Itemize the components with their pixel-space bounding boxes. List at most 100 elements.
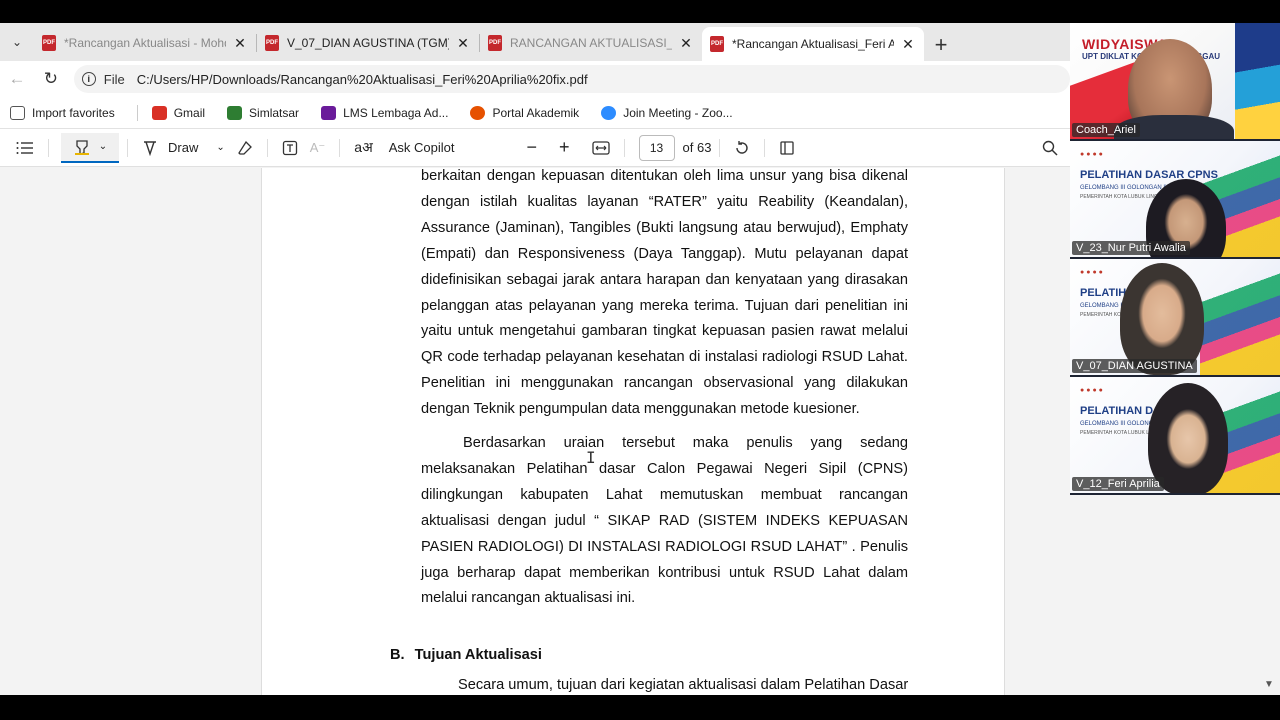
banner-logos: ●●●● xyxy=(1080,387,1105,394)
url-scheme-label: File xyxy=(103,71,125,87)
favorite-label: Import favorites xyxy=(32,105,115,120)
banner-title: PELATIHAN DASAR CPNS xyxy=(1080,169,1218,181)
toolbar-divider xyxy=(266,138,268,157)
tab-strip: ⌄ PDF *Rancangan Aktualisasi - Mohd Re ✕… xyxy=(0,23,1070,61)
scroll-down-arrow-icon[interactable]: ▼ xyxy=(1264,679,1274,690)
favorite-gmail[interactable]: Gmail xyxy=(151,105,206,120)
page-total-label: of 63 xyxy=(682,140,712,155)
participant-tile[interactable]: ●●●● PELATIHAN GELOMBANG III GOLONGAN II… xyxy=(1070,259,1280,375)
chevron-down-icon[interactable]: ⌄ xyxy=(99,141,107,152)
pdf-icon: PDF xyxy=(710,36,724,52)
banner-decoration xyxy=(1200,259,1280,375)
search-icon[interactable] xyxy=(1036,133,1064,163)
rotate-icon[interactable] xyxy=(728,133,756,163)
toolbar-divider xyxy=(127,138,128,157)
body-paragraph: Berdasarkan uraian tersebut maka penulis… xyxy=(421,435,908,607)
favorite-label: Join Meeting - Zoo... xyxy=(623,105,733,120)
participant-tile[interactable]: ●●●● PELATIHAN DASAR CPNS GELOMBANG III … xyxy=(1070,141,1280,257)
tab-rancangan-feri-active[interactable]: PDF *Rancangan Aktualisasi_Feri Aprilia … xyxy=(702,27,924,61)
zoom-out-icon[interactable]: − xyxy=(521,133,544,163)
favorite-simlatsar[interactable]: Simlatsar xyxy=(227,105,300,120)
pdf-icon: PDF xyxy=(42,35,56,51)
favorite-label: Portal Akademik xyxy=(492,105,580,120)
banner-logos: ●●●● xyxy=(1080,151,1105,158)
toolbar-divider xyxy=(339,138,341,157)
highlight-button[interactable]: ⌄ xyxy=(61,132,119,163)
close-tab-icon[interactable]: ✕ xyxy=(900,36,916,53)
url-text: C:/Users/HP/Downloads/Rancangan%20Aktual… xyxy=(136,71,588,87)
pdf-document-area[interactable]: berkaitan dengan kepuasan ditentukan ole… xyxy=(0,168,1070,695)
bottom-black-bar xyxy=(0,695,1280,720)
highlighter-icon xyxy=(74,139,89,155)
body-paragraph: Secara umum, tujuan dari kegiatan aktual… xyxy=(458,677,909,693)
lms-icon xyxy=(321,105,337,120)
ask-copilot-button[interactable]: Ask Copilot xyxy=(383,133,461,163)
fit-to-page-icon[interactable] xyxy=(586,133,616,163)
tab-title: *Rancangan Aktualisasi_Feri Aprilia xyxy=(732,37,894,51)
section-heading: B. Tujuan Aktualisasi xyxy=(390,647,542,663)
draw-pen-icon xyxy=(144,140,156,156)
info-icon[interactable]: i xyxy=(81,72,96,86)
banner-decoration xyxy=(1235,23,1280,139)
import-icon xyxy=(10,105,25,120)
pdf-icon: PDF xyxy=(488,35,502,51)
favorite-lms[interactable]: LMS Lembaga Ad... xyxy=(321,105,449,120)
text-cursor-icon: I xyxy=(586,448,596,467)
tab-rancangan-v11[interactable]: PDF RANCANGAN AKTUALISASI_V_11_ ✕ xyxy=(480,27,702,59)
draw-label: Draw xyxy=(168,140,199,155)
translate-icon[interactable]: aअ xyxy=(348,133,378,163)
draw-button[interactable]: Draw ⌄ xyxy=(136,133,231,163)
eraser-icon[interactable] xyxy=(231,133,259,163)
address-input[interactable]: i File C:/Users/HP/Downloads/Rancangan%2… xyxy=(73,65,1070,93)
text-format-icon[interactable]: A⁻ xyxy=(304,133,332,163)
toolbar-divider xyxy=(764,138,766,157)
tab-title: *Rancangan Aktualisasi - Mohd Re xyxy=(64,36,226,50)
address-bar-row: ← ↻ i File C:/Users/HP/Downloads/Rancang… xyxy=(0,61,1070,97)
page-view-icon[interactable] xyxy=(773,133,801,163)
close-tab-icon[interactable]: ✕ xyxy=(232,35,248,52)
body-paragraph: berkaitan dengan kepuasan ditentukan ole… xyxy=(421,168,908,418)
section-title: Tujuan Aktualisasi xyxy=(414,647,542,663)
pdf-toolbar: ⌄ Draw ⌄ A⁻ aअ Ask Copilot − + 13 of 63 xyxy=(0,129,1070,167)
video-participant-panel: WIDYAISWA UPT DIKLAT KOTA LUBUKLINGGAU C… xyxy=(1070,23,1280,495)
text-box-icon[interactable] xyxy=(276,133,304,163)
favorite-portal-akademik[interactable]: Portal Akademik xyxy=(470,105,580,120)
favorites-bar: Import favorites Gmail Simlatsar LMS Lem… xyxy=(0,97,1070,129)
tab-rancangan-mohd[interactable]: PDF *Rancangan Aktualisasi - Mohd Re ✕ xyxy=(34,27,256,59)
close-tab-icon[interactable]: ✕ xyxy=(455,35,471,52)
back-icon[interactable]: ← xyxy=(0,62,34,96)
ask-copilot-label: Ask Copilot xyxy=(388,140,455,155)
gmail-icon xyxy=(151,105,167,120)
page-number-input[interactable]: 13 xyxy=(638,134,675,161)
favorite-label: Simlatsar xyxy=(249,105,300,120)
portal-icon xyxy=(470,105,486,120)
browser-window: ⌄ PDF *Rancangan Aktualisasi - Mohd Re ✕… xyxy=(0,23,1280,695)
tab-title: V_07_DIAN AGUSTINA (TGM).pdf xyxy=(287,36,449,50)
simlatsar-icon xyxy=(227,105,243,120)
tab-dian-agustina[interactable]: PDF V_07_DIAN AGUSTINA (TGM).pdf ✕ xyxy=(257,27,479,59)
pdf-page[interactable]: berkaitan dengan kepuasan ditentukan ole… xyxy=(261,168,1005,695)
participant-name: V_12_Feri Aprilia xyxy=(1072,477,1164,491)
favorite-label: LMS Lembaga Ad... xyxy=(343,105,449,120)
participant-tile[interactable]: ●●●● PELATIHAN DAS GELOMBANG III GOLONGA… xyxy=(1070,377,1280,493)
zoom-in-icon[interactable]: + xyxy=(553,133,576,163)
chevron-down-icon[interactable]: ⌄ xyxy=(216,142,224,153)
zoom-icon xyxy=(601,105,617,120)
toolbar-divider xyxy=(719,138,721,157)
tab-actions-menu-icon[interactable]: ⌄ xyxy=(0,23,34,61)
contents-list-icon[interactable] xyxy=(10,133,40,163)
close-tab-icon[interactable]: ✕ xyxy=(678,35,694,52)
banner-logos: ●●●● xyxy=(1080,269,1105,276)
favorite-import[interactable]: Import favorites xyxy=(10,105,115,120)
pdf-icon: PDF xyxy=(265,35,279,51)
participant-name: V_07_DIAN AGUSTINA xyxy=(1072,359,1197,373)
favorites-divider xyxy=(136,104,138,121)
favorite-label: Gmail xyxy=(173,105,206,120)
favorite-zoom[interactable]: Join Meeting - Zoo... xyxy=(601,105,733,120)
toolbar-divider xyxy=(48,138,49,157)
participant-name: V_23_Nur Putri Awalia xyxy=(1072,241,1190,255)
toolbar-divider xyxy=(623,138,625,157)
participant-tile[interactable]: WIDYAISWA UPT DIKLAT KOTA LUBUKLINGGAU C… xyxy=(1070,23,1280,139)
refresh-icon[interactable]: ↻ xyxy=(34,62,68,96)
new-tab-button[interactable]: + xyxy=(924,29,958,61)
